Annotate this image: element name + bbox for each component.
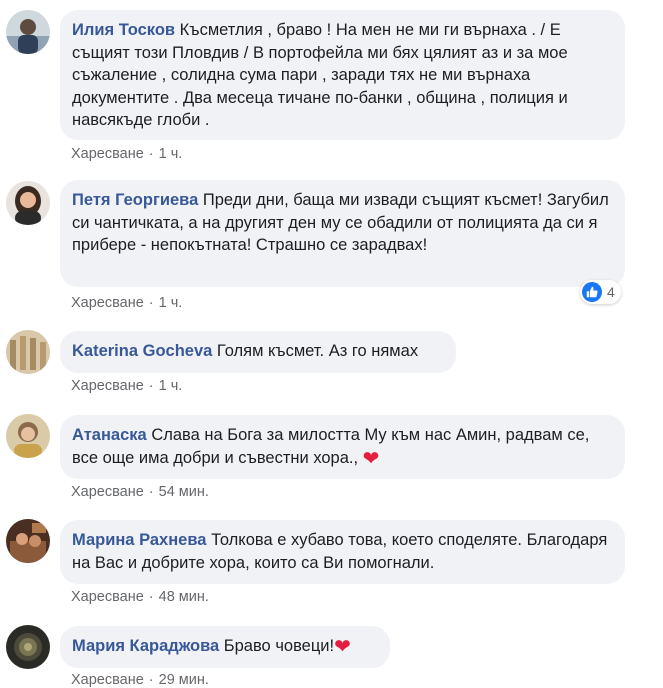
separator: ·	[148, 589, 154, 605]
avatar[interactable]	[6, 181, 50, 225]
reaction-count: 4	[607, 284, 615, 300]
like-button[interactable]: Харесване	[71, 484, 144, 500]
like-button[interactable]: Харесване	[71, 672, 144, 688]
comment-text: Браво човеци!	[223, 637, 335, 655]
like-button[interactable]: Харесване	[71, 146, 144, 162]
comment-bubble: Мария Караджова Браво човеци!❤	[60, 626, 390, 668]
comment-time[interactable]: 1 ч.	[159, 146, 183, 162]
comment-time[interactable]: 29 мин.	[159, 672, 209, 688]
comment-bubble: Петя Георгиева Преди дни, баща ми извади…	[60, 180, 625, 287]
comment-author[interactable]: Марина Рахнева	[72, 531, 206, 549]
avatar[interactable]	[6, 625, 50, 669]
comment-actions: Харесване · 1 ч.	[71, 146, 182, 162]
comment-author[interactable]: Мария Караджова	[72, 637, 219, 655]
comment-author[interactable]: Илия Тосков	[72, 21, 175, 39]
comment-bubble: Илия Тосков Късметлия , браво ! На мен н…	[60, 10, 625, 140]
comment-time[interactable]: 1 ч.	[159, 295, 183, 311]
comment-author[interactable]: Атанаска	[72, 426, 147, 444]
comment-author[interactable]: Katerina Gocheva	[72, 342, 212, 360]
avatar[interactable]	[6, 330, 50, 374]
like-button[interactable]: Харесване	[71, 589, 144, 605]
separator: ·	[148, 378, 154, 394]
comment-time[interactable]: 48 мин.	[159, 589, 209, 605]
comment-actions: Харесване · 1 ч.	[71, 378, 182, 394]
comment-time[interactable]: 54 мин.	[159, 484, 209, 500]
comment-actions: Харесване · 54 мин.	[71, 484, 209, 500]
comment-actions: Харесване · 29 мин.	[71, 672, 209, 688]
comment-text: Голям късмет. Аз го нямах	[216, 342, 419, 360]
avatar[interactable]	[6, 519, 50, 563]
separator: ·	[148, 672, 154, 688]
comment-bubble: Марина Рахнева Толкова е хубаво това, ко…	[60, 520, 625, 584]
heart-icon: ❤	[362, 447, 380, 470]
heart-icon: ❤	[334, 636, 351, 658]
avatar[interactable]	[6, 414, 50, 458]
comment-actions: Харесване · 1 ч.	[71, 295, 182, 311]
comment-time[interactable]: 1 ч.	[159, 378, 183, 394]
separator: ·	[148, 295, 154, 311]
like-button[interactable]: Харесване	[71, 295, 144, 311]
avatar[interactable]	[6, 10, 50, 54]
separator: ·	[148, 146, 154, 162]
comment-text: Слава на Бога за милостта Му към нас Ами…	[72, 426, 590, 467]
comment-author[interactable]: Петя Георгиева	[72, 191, 198, 209]
thumbs-up-icon	[582, 282, 602, 302]
separator: ·	[148, 484, 154, 500]
comment-bubble: Katerina Gocheva Голям късмет. Аз го ням…	[60, 331, 456, 373]
like-button[interactable]: Харесване	[71, 378, 144, 394]
reaction-summary[interactable]: 4	[580, 280, 621, 304]
comment-actions: Харесване · 48 мин.	[71, 589, 209, 605]
comment-bubble: Атанаска Слава на Бога за милостта Му къ…	[60, 415, 625, 479]
